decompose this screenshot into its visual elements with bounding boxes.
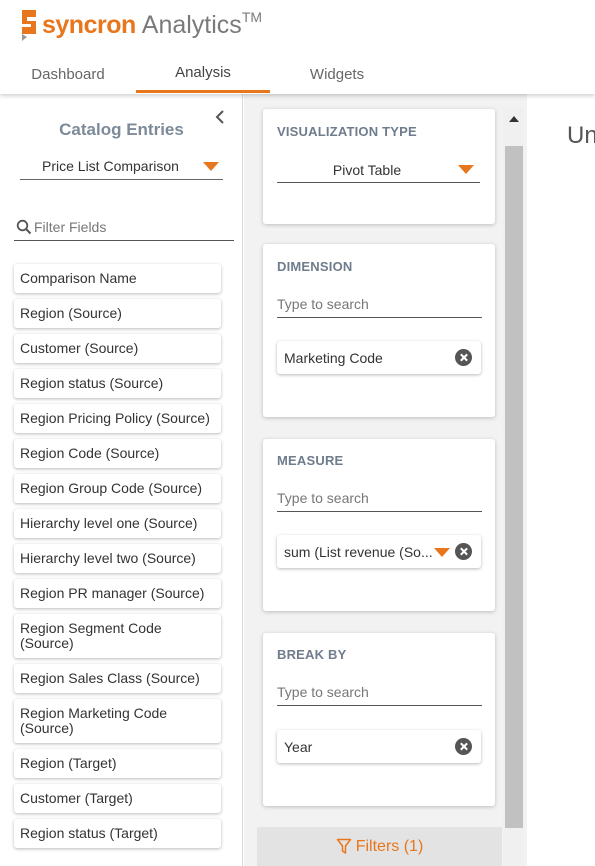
catalog-field-item[interactable]: Region Pricing Policy (Source)	[14, 404, 221, 433]
tab-analysis[interactable]: Analysis	[136, 54, 270, 91]
catalog-field-item[interactable]: Region Code (Source)	[14, 439, 221, 468]
catalog-field-item[interactable]: Region Sales Class (Source)	[14, 664, 221, 693]
dropdown-caret-icon	[203, 162, 219, 171]
filters-label: Filters (1)	[355, 837, 424, 855]
measure-search-input[interactable]	[277, 487, 477, 509]
catalog-field-item[interactable]: Region Marketing Code (Source)	[14, 699, 221, 743]
break-by-card: BREAK BY Year	[263, 633, 495, 806]
measure-chip[interactable]: sum (List revenue (So...	[277, 535, 481, 568]
trademark-mark: TM	[241, 8, 263, 25]
preview-title: Un	[567, 122, 595, 149]
catalog-field-item[interactable]: Comparison Name	[14, 264, 221, 293]
filter-fields-input[interactable]	[34, 217, 230, 237]
catalog-field-item[interactable]: Region status (Source)	[14, 369, 221, 398]
break-by-title: BREAK BY	[277, 647, 347, 662]
config-column: VISUALIZATION TYPE Pivot Table DIMENSION…	[244, 94, 527, 866]
dropdown-caret-icon	[458, 165, 474, 174]
dimension-search	[277, 293, 482, 318]
search-icon	[16, 219, 32, 235]
tab-widgets[interactable]: Widgets	[280, 56, 394, 93]
filter-fields-box	[14, 214, 234, 241]
catalog-source-value: Price List Comparison	[42, 158, 179, 174]
catalog-field-item[interactable]: Region (Target)	[14, 749, 221, 778]
break-by-search-input[interactable]	[277, 681, 477, 703]
active-tab-indicator	[136, 90, 270, 93]
catalog-field-item[interactable]: Region status (Target)	[14, 819, 221, 848]
visualization-type-select[interactable]: Pivot Table	[277, 153, 480, 183]
catalog-title: Catalog Entries	[59, 120, 184, 139]
break-by-search	[277, 681, 482, 706]
measure-chip-label: sum (List revenue (So...	[284, 544, 433, 560]
scroll-up-arrow-icon[interactable]	[505, 110, 523, 128]
tab-dashboard[interactable]: Dashboard	[14, 56, 122, 93]
dimension-title: DIMENSION	[277, 259, 353, 274]
app-logo[interactable]: syncron AnalyticsTM	[18, 8, 262, 42]
brand-name: syncron	[42, 10, 136, 39]
dimension-chip[interactable]: Marketing Code	[277, 341, 481, 374]
catalog-field-item[interactable]: Customer (Source)	[14, 334, 221, 363]
main-tabs: Dashboard Analysis Widgets	[0, 56, 595, 94]
break-by-chip[interactable]: Year	[277, 730, 481, 763]
dimension-card: DIMENSION Marketing Code	[263, 244, 495, 417]
visualization-type-title: VISUALIZATION TYPE	[277, 124, 417, 139]
clear-icon[interactable]	[455, 543, 472, 560]
top-header: syncron AnalyticsTM Dashboard Analysis W…	[0, 0, 595, 94]
catalog-field-item[interactable]: Customer (Target)	[14, 784, 221, 813]
product-label: Analytics	[141, 10, 242, 39]
catalog-panel: Catalog Entries Price List Comparison Co…	[0, 94, 243, 866]
filters-button[interactable]: Filters (1)	[257, 827, 502, 866]
break-by-chip-label: Year	[284, 739, 313, 755]
scrollbar-thumb[interactable]	[505, 146, 523, 828]
catalog-field-item[interactable]: Region Group Code (Source)	[14, 474, 221, 503]
measure-search	[277, 487, 482, 512]
dimension-chip-label: Marketing Code	[284, 350, 383, 366]
catalog-field-item[interactable]: Region Segment Code (Source)	[14, 614, 221, 658]
catalog-source-select[interactable]: Price List Comparison	[20, 150, 223, 180]
visualization-type-value: Pivot Table	[332, 162, 402, 178]
measure-card: MEASURE sum (List revenue (So...	[263, 439, 495, 611]
catalog-field-list: Comparison Name Region (Source) Customer (…	[14, 264, 221, 854]
filter-funnel-icon	[336, 838, 351, 854]
clear-icon[interactable]	[455, 738, 472, 755]
measure-options-caret-icon[interactable]	[434, 548, 450, 557]
syncron-logo-icon	[22, 10, 36, 41]
dimension-search-input[interactable]	[277, 293, 477, 315]
catalog-field-item[interactable]: Region (Source)	[14, 299, 221, 328]
measure-title: MEASURE	[277, 453, 344, 468]
clear-icon[interactable]	[455, 349, 472, 366]
product-name: AnalyticsTM	[141, 8, 263, 40]
visualization-type-card: VISUALIZATION TYPE Pivot Table	[263, 109, 495, 224]
catalog-field-item[interactable]: Region PR manager (Source)	[14, 579, 221, 608]
catalog-field-item[interactable]: Hierarchy level two (Source)	[14, 544, 221, 573]
catalog-field-item[interactable]: Hierarchy level one (Source)	[14, 509, 221, 538]
